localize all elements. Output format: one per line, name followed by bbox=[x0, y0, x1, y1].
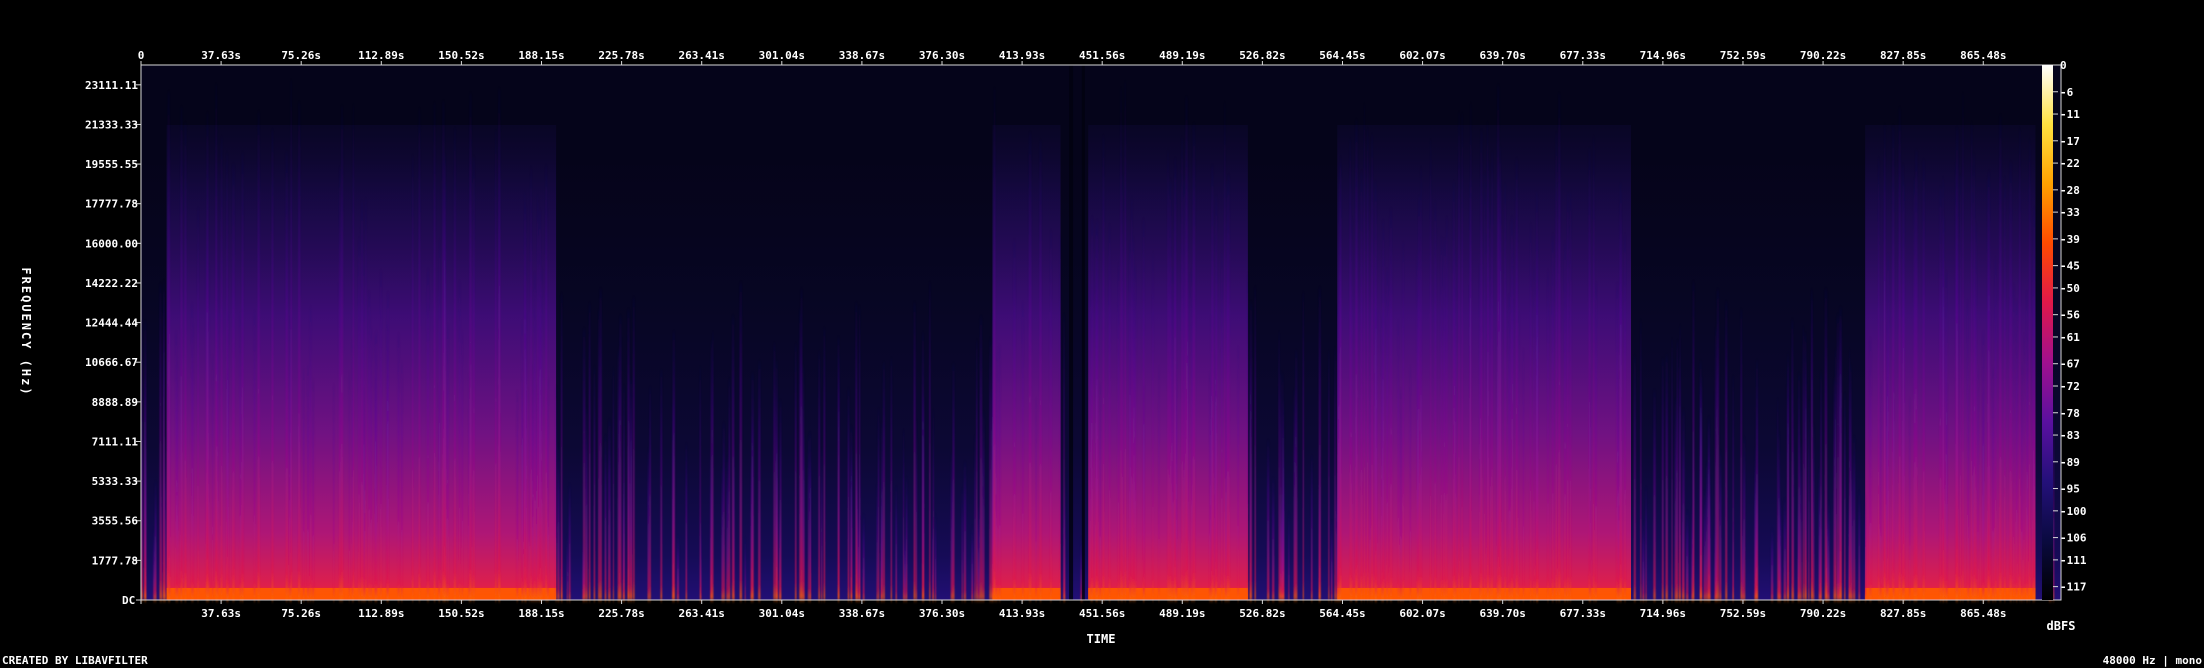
x-tick-label-top: 564.45s bbox=[1319, 49, 1365, 62]
x-tick-label-bottom: 714.96s bbox=[1640, 607, 1686, 620]
colorbar-tick-label: -100 bbox=[2060, 505, 2087, 518]
colorbar-tick-label: -33 bbox=[2060, 206, 2080, 219]
x-tick-label-top: 752.59s bbox=[1720, 49, 1766, 62]
x-tick-label-bottom: 827.85s bbox=[1880, 607, 1926, 620]
silence-gap bbox=[1081, 65, 1085, 600]
colorbar-tick-label: -83 bbox=[2060, 429, 2080, 442]
x-tick-label-bottom: 338.67s bbox=[839, 607, 885, 620]
colorbar-tick-label: -22 bbox=[2060, 157, 2080, 170]
x-tick-label-top: 376.30s bbox=[919, 49, 965, 62]
y-tick-label: 23111.11 bbox=[85, 79, 138, 92]
x-tick-label-bottom: 263.41s bbox=[679, 607, 725, 620]
y-tick-label: 21333.33 bbox=[85, 118, 138, 131]
colorbar-tick-label: -72 bbox=[2060, 380, 2080, 393]
y-axis: 23111.11 21333.33 19555.55 17777.78 16000.00… bbox=[85, 79, 141, 607]
y-tick-label: 5333.33 bbox=[92, 475, 138, 488]
x-tick-label-top: 865.48s bbox=[1960, 49, 2006, 62]
x-tick-label-bottom: 451.56s bbox=[1079, 607, 1125, 620]
x-tick-label-bottom: 677.33s bbox=[1560, 607, 1606, 620]
colorbar bbox=[2042, 65, 2053, 600]
colorbar-tick-label: -78 bbox=[2060, 407, 2080, 420]
x-axis-label: TIME bbox=[1087, 632, 1116, 646]
x-tick-label-bottom: 752.59s bbox=[1720, 607, 1766, 620]
x-tick-label-top: 75.26s bbox=[281, 49, 321, 62]
x-tick-label-top: 602.07s bbox=[1399, 49, 1445, 62]
x-tick-label-top: 301.04s bbox=[759, 49, 805, 62]
y-tick-label: 8888.89 bbox=[92, 396, 138, 409]
y-tick-label: 12444.44 bbox=[85, 317, 138, 330]
x-tick-label-bottom: 112.89s bbox=[358, 607, 404, 620]
y-tick-label: DC bbox=[122, 594, 135, 607]
colorbar-tick-label: -56 bbox=[2060, 309, 2080, 322]
x-tick-label-top: 714.96s bbox=[1640, 49, 1686, 62]
colorbar-tick-label: -117 bbox=[2060, 581, 2087, 594]
footer-created-by: CREATED BY LIBAVFILTER bbox=[2, 654, 148, 667]
y-tick-label: 3555.56 bbox=[92, 515, 139, 528]
x-tick-label-top: 338.67s bbox=[839, 49, 885, 62]
colorbar-tick-label: -11 bbox=[2060, 108, 2080, 121]
x-tick-label-bottom: 790.22s bbox=[1800, 607, 1846, 620]
x-tick-label-top: 526.82s bbox=[1239, 49, 1285, 62]
y-tick-label: 1777.78 bbox=[92, 554, 138, 567]
x-tick-label-bottom: 37.63s bbox=[201, 607, 241, 620]
x-tick-label-bottom: 564.45s bbox=[1319, 607, 1365, 620]
colorbar-tick-label: -67 bbox=[2060, 358, 2080, 371]
colorbar-tick-label: -106 bbox=[2060, 532, 2087, 545]
x-tick-label-top: 489.19s bbox=[1159, 49, 1205, 62]
y-tick-label: 14222.22 bbox=[85, 277, 138, 290]
x-tick-label-top: 225.78s bbox=[598, 49, 644, 62]
x-tick-label-bottom: 188.15s bbox=[518, 607, 564, 620]
x-tick-label-bottom: 489.19s bbox=[1159, 607, 1205, 620]
colorbar-tick-label: -39 bbox=[2060, 233, 2080, 246]
x-axis-top: 0 37.63s 75.26s 112.89s 150.52s 188.15s 225.78… bbox=[138, 49, 2006, 65]
colorbar-tick-label: 0 bbox=[2060, 59, 2067, 72]
colorbar-tick-label: -50 bbox=[2060, 282, 2080, 295]
y-tick-label: 17777.78 bbox=[85, 198, 138, 211]
silence-gap bbox=[1069, 65, 1074, 600]
x-tick-label-top: 150.52s bbox=[438, 49, 484, 62]
y-tick-label: 10666.67 bbox=[85, 356, 138, 369]
x-tick-label-top: 677.33s bbox=[1560, 49, 1606, 62]
y-axis-label: FREQUENCY (Hz) bbox=[19, 267, 33, 396]
x-tick-label-top: 188.15s bbox=[518, 49, 564, 62]
x-tick-label-top: 0 bbox=[138, 49, 145, 62]
x-axis-bottom: 37.63s 75.26s 112.89s 150.52s 188.15s 225.78s… bbox=[140, 600, 2006, 620]
x-tick-label-bottom: 301.04s bbox=[759, 607, 805, 620]
colorbar-tick-label: -17 bbox=[2060, 135, 2080, 148]
x-tick-label-bottom: 225.78s bbox=[598, 607, 644, 620]
colorbar-tick-label: -61 bbox=[2060, 331, 2080, 344]
x-tick-label-bottom: 376.30s bbox=[919, 607, 965, 620]
x-tick-label-top: 37.63s bbox=[201, 49, 241, 62]
colorbar-tick-label: -6 bbox=[2060, 86, 2074, 99]
spectrogram-chart: 0 37.63s 75.26s 112.89s 150.52s 188.15s 225.78… bbox=[2, 49, 2203, 667]
y-tick-label: 16000.00 bbox=[85, 237, 138, 250]
x-tick-label-bottom: 602.07s bbox=[1399, 607, 1445, 620]
y-tick-label: 19555.55 bbox=[85, 158, 138, 171]
x-tick-label-top: 639.70s bbox=[1479, 49, 1525, 62]
x-tick-label-bottom: 639.70s bbox=[1479, 607, 1525, 620]
x-tick-label-bottom: 75.26s bbox=[281, 607, 321, 620]
x-tick-label-top: 263.41s bbox=[679, 49, 725, 62]
x-tick-label-bottom: 413.93s bbox=[999, 607, 1045, 620]
colorbar-tick-label: -89 bbox=[2060, 456, 2080, 469]
footer-sample-info: 48000 Hz | mono bbox=[2103, 654, 2203, 667]
x-tick-label-top: 413.93s bbox=[999, 49, 1045, 62]
x-tick-label-top: 827.85s bbox=[1880, 49, 1926, 62]
colorbar-tick-label: -45 bbox=[2060, 260, 2080, 273]
x-tick-label-top: 790.22s bbox=[1800, 49, 1846, 62]
colorbar-unit: dBFS bbox=[2047, 619, 2076, 633]
x-tick-label-top: 451.56s bbox=[1079, 49, 1125, 62]
x-tick-label-bottom: 150.52s bbox=[438, 607, 484, 620]
y-tick-label: 7111.11 bbox=[92, 435, 139, 448]
x-tick-label-top: 112.89s bbox=[358, 49, 404, 62]
colorbar-tick-label: -95 bbox=[2060, 483, 2080, 496]
colorbar-tick-label: -111 bbox=[2060, 554, 2087, 567]
x-tick-label-bottom: 865.48s bbox=[1960, 607, 2006, 620]
colorbar-tick-label: -28 bbox=[2060, 184, 2080, 197]
x-tick-label-bottom: 526.82s bbox=[1239, 607, 1285, 620]
